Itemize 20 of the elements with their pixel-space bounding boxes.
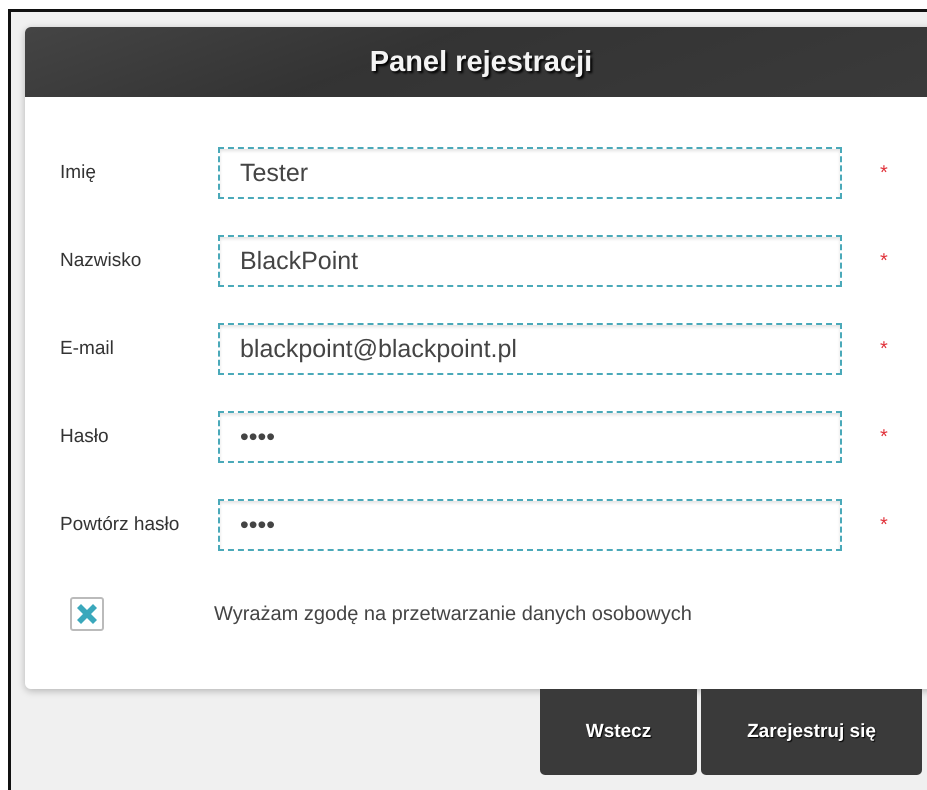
input-field[interactable]: blackpoint@blackpoint.pl — [218, 323, 842, 375]
required-mark: * — [880, 162, 888, 184]
required-mark: * — [880, 426, 888, 448]
input-field[interactable]: •••• — [218, 499, 842, 551]
field-label: Powtórz hasło — [59, 514, 180, 536]
consent-label: Wyrażam zgodę na przetwarzanie danych osobowych — [214, 602, 692, 626]
panel-title: Panel rejestracji — [370, 46, 592, 78]
input-field[interactable]: •••• — [218, 411, 842, 463]
register-button[interactable]: Zarejestruj się — [701, 689, 922, 775]
input-field[interactable]: BlackPoint — [218, 235, 842, 287]
field-label: Nazwisko — [59, 250, 142, 272]
input-field[interactable]: Tester — [218, 147, 842, 199]
field-label: Hasło — [59, 426, 110, 448]
required-mark: * — [880, 338, 888, 360]
consent-checkbox[interactable] — [70, 597, 104, 631]
required-mark: * — [880, 514, 888, 536]
field-label: Imię — [59, 162, 97, 184]
required-mark: * — [880, 250, 888, 272]
field-label: E-mail — [59, 338, 115, 360]
back-button[interactable]: Wstecz — [540, 689, 697, 775]
